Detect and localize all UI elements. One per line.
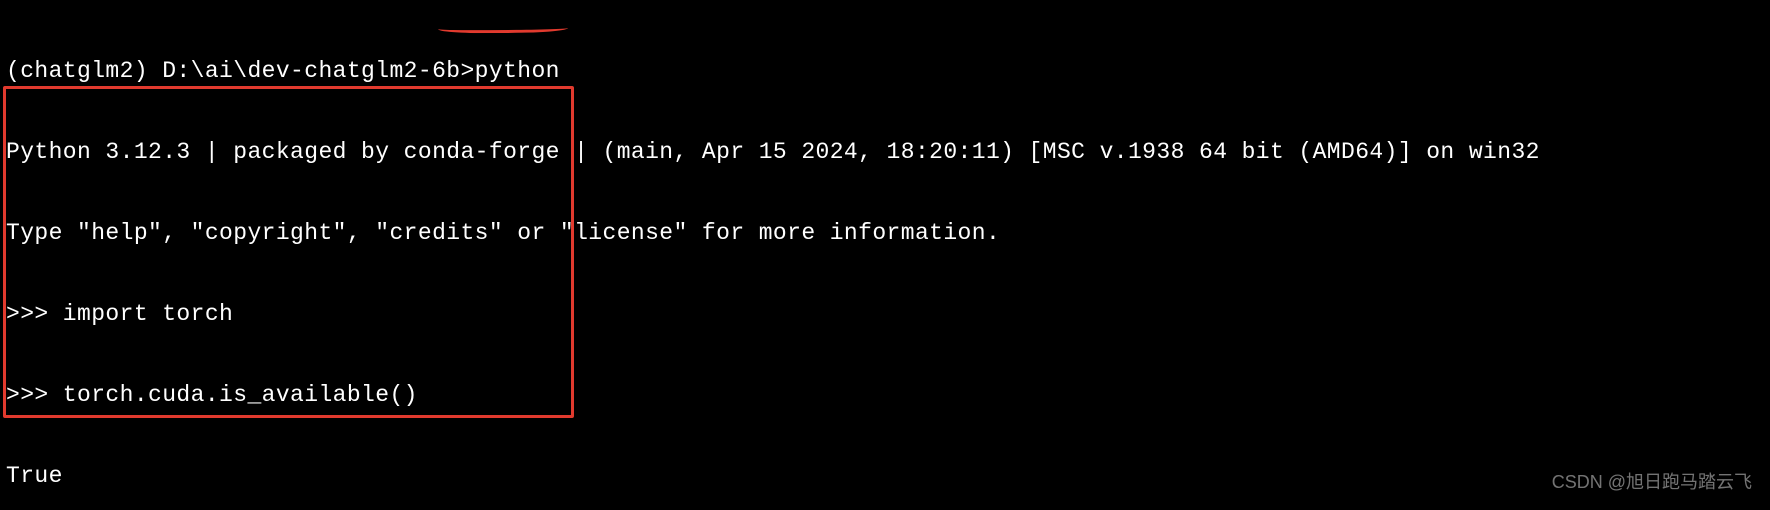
repl-line-import-torch: >>> import torch — [6, 301, 1764, 328]
annotation-box — [3, 86, 574, 418]
terminal-window[interactable]: (chatglm2) D:\ai\dev-chatglm2-6b>python … — [0, 0, 1770, 510]
output-true: True — [6, 463, 1764, 490]
python-version-line: Python 3.12.3 | packaged by conda-forge … — [6, 139, 1764, 166]
prompt-line: (chatglm2) D:\ai\dev-chatglm2-6b>python — [6, 58, 1764, 85]
watermark-text: CSDN @旭日跑马踏云飞 — [1552, 469, 1752, 496]
repl-line-is-available: >>> torch.cuda.is_available() — [6, 382, 1764, 409]
annotation-underline — [438, 21, 568, 33]
python-help-line: Type "help", "copyright", "credits" or "… — [6, 220, 1764, 247]
